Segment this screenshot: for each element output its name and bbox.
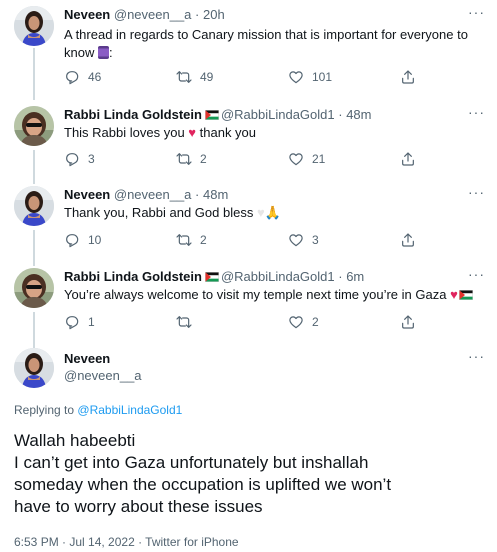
tweet-header: Rabbi Linda Goldstein @RabbiLindaGold1 · … <box>64 107 371 122</box>
retweet-button[interactable]: 2 <box>176 151 207 167</box>
like-count: 3 <box>312 233 319 247</box>
share-icon <box>400 151 416 167</box>
tweet-actions: 46 49 101 <box>64 69 424 85</box>
white-heart-emoji: ♥ <box>256 205 265 220</box>
author-handle[interactable]: @neveen__a <box>114 187 192 202</box>
more-icon[interactable]: ··· <box>468 348 485 364</box>
more-icon[interactable]: ··· <box>468 4 485 20</box>
author-name[interactable]: Rabbi Linda Goldstein <box>64 107 202 122</box>
tweet-actions: 1 2 <box>64 314 424 330</box>
tweet-actions: 10 2 3 <box>64 232 424 248</box>
folded-hands-emoji: 🙏 <box>264 205 281 220</box>
reply-button[interactable]: 3 <box>64 151 95 167</box>
retweet-icon <box>176 151 192 167</box>
more-icon[interactable]: ··· <box>468 104 485 120</box>
palestine-flag-icon <box>205 272 219 282</box>
author-name[interactable]: Neveen <box>64 187 110 202</box>
timestamp[interactable]: · 48m <box>338 107 371 122</box>
red-heart-emoji: ♥ <box>188 125 197 140</box>
like-button[interactable]: 2 <box>288 314 319 330</box>
share-icon <box>400 232 416 248</box>
like-button[interactable]: 101 <box>288 69 332 85</box>
main-tweet: Neveen @neveen__a ··· Replying to @Rabbi… <box>0 346 497 552</box>
tweet-text: Wallah habeebti I can’t get into Gaza un… <box>14 431 392 516</box>
thread-line <box>33 230 35 266</box>
more-icon[interactable]: ··· <box>468 184 485 200</box>
avatar[interactable] <box>14 348 54 388</box>
like-icon <box>288 69 304 85</box>
retweet-button[interactable]: 49 <box>176 69 213 85</box>
share-icon <box>400 314 416 330</box>
retweet-count: 2 <box>200 152 207 166</box>
more-icon[interactable]: ··· <box>468 266 485 282</box>
reply-count: 10 <box>88 233 102 247</box>
author-name[interactable]: Neveen <box>64 7 110 22</box>
author-name[interactable]: Rabbi Linda Goldstein <box>64 269 202 284</box>
reply-button[interactable]: 1 <box>64 314 95 330</box>
retweet-icon <box>176 232 192 248</box>
tweet-text: A thread in regards to Canary mission th… <box>64 27 468 60</box>
like-count: 101 <box>312 70 333 84</box>
like-count: 2 <box>312 315 319 329</box>
reply-count: 3 <box>88 152 95 166</box>
avatar[interactable] <box>14 268 54 308</box>
author-handle[interactable]: @RabbiLindaGold1 <box>221 107 335 122</box>
reply-icon <box>64 151 80 167</box>
share-button[interactable] <box>400 151 416 167</box>
avatar[interactable] <box>14 6 54 46</box>
timestamp[interactable]: · 48m <box>195 187 228 202</box>
like-icon <box>288 151 304 167</box>
reply-icon <box>64 69 80 85</box>
reply-icon <box>64 314 80 330</box>
like-icon <box>288 232 304 248</box>
reply-button[interactable]: 46 <box>64 69 101 85</box>
avatar[interactable] <box>14 186 54 226</box>
reply-count: 1 <box>88 315 95 329</box>
retweet-button[interactable] <box>176 314 200 330</box>
tweet-actions: 3 2 21 <box>64 151 424 167</box>
replying-to-link[interactable]: @RabbiLindaGold1 <box>77 403 182 417</box>
share-button[interactable] <box>400 314 416 330</box>
timestamp[interactable]: · 20h <box>195 7 225 22</box>
share-button[interactable] <box>400 232 416 248</box>
red-heart-emoji: ♥ <box>450 287 458 302</box>
retweet-button[interactable]: 2 <box>176 232 207 248</box>
thread-line <box>33 150 35 184</box>
replying-to: Replying to @RabbiLindaGold1 <box>14 403 183 417</box>
timestamp[interactable]: · 6m <box>338 269 364 284</box>
author-handle[interactable]: @neveen__a <box>114 7 192 22</box>
thread-spool-emoji <box>97 46 109 59</box>
author-name[interactable]: Neveen <box>64 351 110 366</box>
tweet-header: Rabbi Linda Goldstein @RabbiLindaGold1 · … <box>64 269 364 284</box>
reply-icon <box>64 232 80 248</box>
avatar[interactable] <box>14 106 54 146</box>
tweet-text: Thank you, Rabbi and God bless ♥🙏 <box>64 205 281 220</box>
retweet-icon <box>176 314 192 330</box>
palestine-flag-icon <box>205 110 219 120</box>
thread-line <box>33 312 35 350</box>
tweet-text: You’re always welcome to visit my temple… <box>64 286 484 304</box>
tweet-meta[interactable]: 6:53 PM · Jul 14, 2022 · Twitter for iPh… <box>14 535 239 549</box>
retweet-count: 2 <box>200 233 207 247</box>
like-button[interactable]: 3 <box>288 232 319 248</box>
like-count: 21 <box>312 152 326 166</box>
thread-line <box>33 48 35 100</box>
reply-button[interactable]: 10 <box>64 232 101 248</box>
retweet-icon <box>176 69 192 85</box>
like-icon <box>288 314 304 330</box>
palestine-flag-icon <box>459 290 473 300</box>
tweet-header: Neveen @neveen__a · 48m <box>64 187 228 202</box>
tweet-text: This Rabbi loves you ♥ thank you <box>64 125 257 140</box>
share-button[interactable] <box>400 69 416 85</box>
like-button[interactable]: 21 <box>288 151 325 167</box>
author-handle[interactable]: @RabbiLindaGold1 <box>221 269 335 284</box>
retweet-count: 49 <box>200 70 214 84</box>
reply-count: 46 <box>88 70 102 84</box>
tweet-header: Neveen @neveen__a · 20h <box>64 7 225 22</box>
author-handle[interactable]: @neveen__a <box>64 368 142 383</box>
share-icon <box>400 69 416 85</box>
